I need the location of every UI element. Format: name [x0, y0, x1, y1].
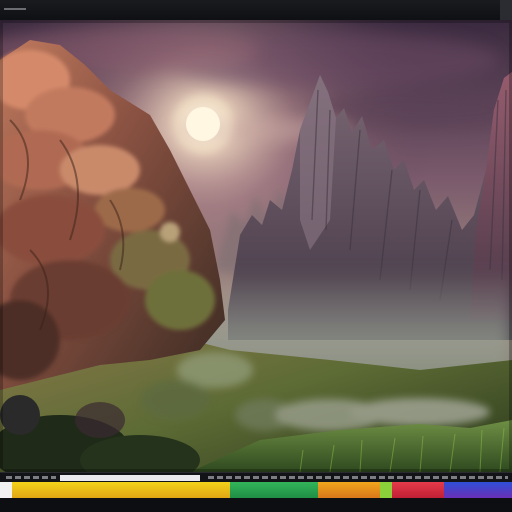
image-viewer-window [0, 0, 512, 512]
palette-swatch-blue[interactable] [444, 482, 512, 498]
palette-bar [0, 482, 512, 498]
bottom-bar [0, 498, 512, 512]
palette-swatch-yellow[interactable] [12, 482, 230, 498]
palette-swatch-orange[interactable] [318, 482, 380, 498]
status-field[interactable] [60, 475, 200, 481]
fantasy-landscape-image [0, 20, 512, 472]
drag-handle-icon[interactable] [4, 8, 26, 10]
palette-swatch-lime[interactable] [380, 482, 392, 498]
palette-swatch-red[interactable] [392, 482, 444, 498]
status-ticks-left [6, 476, 56, 479]
palette-swatch-white[interactable] [0, 482, 12, 498]
palette-swatch-green[interactable] [230, 482, 318, 498]
window-corner [500, 0, 512, 20]
status-ticks-right [208, 476, 508, 479]
viewer-title-bar [0, 0, 512, 21]
image-canvas[interactable] [0, 20, 512, 472]
